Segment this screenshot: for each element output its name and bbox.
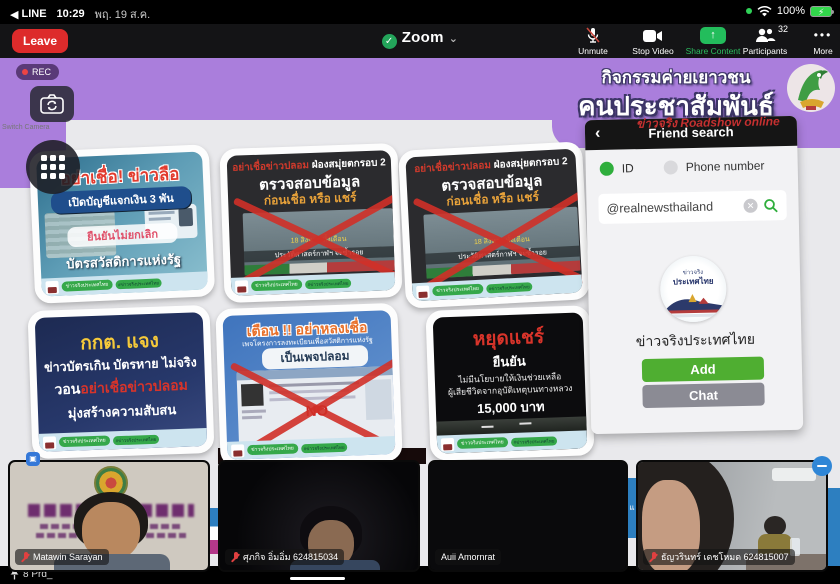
footer-pill: ข่าวจริงประเทศไทย bbox=[59, 435, 110, 447]
poster-card-check-1: อย่าเชื่อข่าวปลอม ฝ่องสมุ่ยตกรอบ 2 ตรวจส… bbox=[219, 143, 402, 303]
share-up-arrow-icon: ↑ bbox=[700, 27, 726, 44]
card-footer-strip: ข่าวจริงประเทศไทย #ข่าวจริงประเทศไทย bbox=[41, 271, 208, 296]
card-page-line3: เป็นเพจปลอม bbox=[262, 345, 369, 370]
security-shield-icon: ✓ bbox=[382, 34, 397, 49]
more-label: More bbox=[788, 46, 840, 56]
radio-id[interactable] bbox=[600, 162, 614, 176]
participant-name: ศุภกิจ อิ่มอิ่ม 624815034 bbox=[243, 550, 338, 564]
poster-card-check-2: อย่าเชื่อข่าวปลอม ฝ่องสมุ่ยตกรอบ 2 ตรวจส… bbox=[398, 141, 590, 308]
footer-hashtag-pill: #ข่าวจริงประเทศไทย bbox=[305, 278, 352, 289]
footer-pill: ข่าวจริงประเทศไทย bbox=[457, 437, 508, 449]
fact-center-logo bbox=[43, 436, 56, 449]
camp-logo-mascot bbox=[786, 60, 836, 116]
fact-center-logo bbox=[441, 437, 454, 450]
status-dot-icon bbox=[746, 8, 752, 14]
participant-name-tag: Matawin Sarayan bbox=[15, 549, 109, 565]
footer-hashtag-pill: #ข่าวจริงประเทศไทย bbox=[112, 434, 159, 445]
card-footer-strip: ข่าวจริงประเทศไทย #ข่าวจริงประเทศไทย bbox=[231, 272, 396, 296]
clear-input-icon[interactable]: ✕ bbox=[743, 199, 757, 213]
profile-avatar[interactable]: ข่าวจริง ประเทศไทย bbox=[660, 255, 727, 322]
footer-hashtag-pill: #ข่าวจริงประเทศไทย bbox=[301, 442, 348, 453]
card-footer-strip: ข่าวจริงประเทศไทย #ข่าวจริงประเทศไทย bbox=[39, 428, 208, 452]
search-query-text: @realnewsthailand bbox=[606, 199, 737, 216]
zoom-meeting-screen: ◀ LINE 10:29 พฤ. 19 ส.ค. 100% ⚡ Leave ✓Z… bbox=[0, 0, 840, 584]
card-rumor-line3: ยืนยันไม่ยกเลิก bbox=[67, 223, 178, 248]
video-tile-2[interactable]: ศุภกิจ อิ่มอิ่ม 624815034 bbox=[218, 460, 420, 572]
profile-name: ข่าวจริงประเทศไทย bbox=[589, 328, 801, 354]
poster-card-fakepage: เตือน !! อย่าหลงเชื่อ เพจโครงการลงทะเบีย… bbox=[215, 303, 402, 467]
footer-hashtag-pill: #ข่าวจริงประเทศไทย bbox=[115, 278, 162, 289]
footer-hashtag-pill: #ข่าวจริงประเทศไทย bbox=[486, 282, 533, 293]
fake-news-screenshot: 18 สิงหาฯ ทั้งเดือน ประวัติศาสตร์กาฬฯ จะ… bbox=[243, 208, 395, 275]
fact-center-logo bbox=[416, 285, 430, 299]
add-friend-button[interactable]: Add bbox=[642, 357, 764, 383]
fake-news-screenshot: 18 สิงหาฯ ทั้งเดือน ประวัติศาสตร์กาฬฯ จะ… bbox=[423, 207, 580, 279]
grid-icon bbox=[41, 155, 65, 179]
participant-name: Matawin Sarayan bbox=[33, 552, 103, 562]
footer-pill: ข่าวจริงประเทศไทย bbox=[61, 279, 112, 291]
air-conditioner bbox=[772, 468, 816, 481]
card-footer-strip: ข่าวจริงประเทศไทย #ข่าวจริงประเทศไทย bbox=[437, 430, 588, 453]
search-icon[interactable] bbox=[763, 198, 778, 213]
switch-camera-label: Switch Camera bbox=[0, 124, 70, 131]
radio-phone-label: Phone number bbox=[686, 159, 765, 175]
participant-name: ธัญวรินทร์ เดชโหมด 624815007 bbox=[661, 550, 789, 564]
background-person-head bbox=[764, 516, 786, 536]
card-ect-line3: วอนอย่าเชื่อข่าวปลอม bbox=[37, 374, 206, 402]
participant-name-tag: ศุภกิจ อิ่มอิ่ม 624815034 bbox=[225, 549, 344, 565]
scroll-indicator[interactable] bbox=[290, 577, 345, 580]
participant-name-tag: ธัญวรินทร์ เดชโหมด 624815007 bbox=[643, 549, 795, 565]
muted-mic-icon bbox=[231, 552, 239, 563]
participant-name: Auii Amornrat bbox=[441, 552, 495, 562]
video-tile-4[interactable]: ธัญวรินทร์ เดชโหมด 624815007 bbox=[636, 460, 828, 572]
video-tile-3[interactable]: Auii Amornrat bbox=[428, 460, 628, 572]
gallery-view-button[interactable] bbox=[26, 140, 80, 194]
switch-camera-icon bbox=[40, 94, 64, 114]
footer-hashtag-pill: #ข่าวจริงประเทศไทย bbox=[510, 436, 557, 447]
footer-pill: ข่าวจริงประเทศไทย bbox=[247, 443, 298, 455]
participant-name-tag: Auii Amornrat bbox=[435, 549, 501, 565]
radio-id-label: ID bbox=[622, 161, 634, 175]
poster-card-stopshare: หยุดแชร์ ยืนยัน ไม่มีนโยบายให้เงินช่วยเห… bbox=[425, 305, 594, 461]
date: พฤ. 19 ส.ค. bbox=[95, 5, 151, 23]
floating-bubble-icon[interactable] bbox=[812, 456, 832, 476]
back-chevron-icon: ◀ bbox=[10, 8, 18, 21]
chat-button[interactable]: Chat bbox=[642, 383, 764, 409]
switch-camera-button[interactable] bbox=[30, 86, 74, 122]
wifi-icon bbox=[757, 6, 772, 17]
footer-pill: ข่าวจริงประเทศไทย bbox=[251, 279, 302, 291]
status-bar: ◀ LINE 10:29 พฤ. 19 ส.ค. 100% ⚡ bbox=[0, 0, 840, 24]
fact-center-logo bbox=[235, 280, 248, 293]
battery-percent: 100% bbox=[777, 5, 805, 17]
clock: 10:29 bbox=[57, 8, 85, 20]
battery-icon: ⚡ bbox=[810, 6, 832, 17]
app-badge-icon: ▣ bbox=[26, 452, 40, 466]
no-stamp: NO bbox=[305, 402, 328, 420]
fact-center-logo bbox=[231, 444, 244, 457]
card-ect-line4: มุ่งสร้างความสับสน bbox=[38, 398, 207, 425]
chevron-down-icon: ⌄ bbox=[449, 33, 459, 45]
poster-card-ect: กกต. แจง ข่าวบัตรเกิน บัตรหาย ไม่จริง วอ… bbox=[27, 305, 214, 459]
fact-center-logo bbox=[45, 280, 59, 294]
radio-phone[interactable] bbox=[664, 160, 678, 174]
back-to-app-link[interactable]: ◀ LINE bbox=[10, 8, 47, 21]
card-footer-strip: ข่าวจริงประเทศไทย #ข่าวจริงประเทศไทย bbox=[412, 274, 583, 301]
participants-count: 32 bbox=[778, 24, 788, 34]
back-app-label: LINE bbox=[21, 8, 46, 20]
more-button[interactable]: ••• More bbox=[788, 27, 840, 56]
friend-search-input[interactable]: @realnewsthailand ✕ bbox=[598, 190, 787, 224]
more-dots-icon: ••• bbox=[814, 27, 833, 44]
search-type-radios: ID Phone number bbox=[600, 159, 765, 176]
video-tile-1[interactable]: Matawin Sarayan bbox=[8, 460, 210, 572]
recording-indicator: REC bbox=[16, 64, 59, 80]
friend-search-panel: ‹ Friend search ID Phone number @realnew… bbox=[585, 116, 804, 434]
camp-subtitle-red: ข่าวจริง Roadshow online bbox=[636, 111, 836, 133]
footer-pill: ข่าวจริงประเทศไทย bbox=[432, 284, 483, 297]
muted-mic-icon bbox=[649, 552, 657, 563]
muted-mic-icon bbox=[21, 552, 29, 563]
